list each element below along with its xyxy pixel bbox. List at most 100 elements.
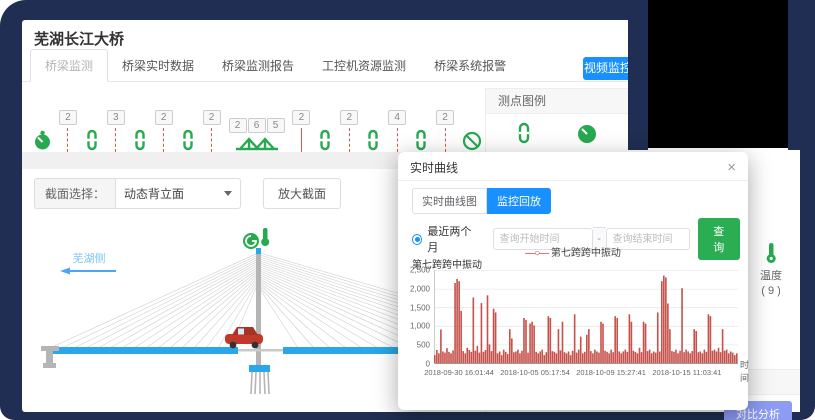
y-tick-label: 1,000 (410, 322, 430, 331)
chevron-down-icon (224, 191, 232, 196)
sensor-item-badge[interactable]: 2 (436, 110, 454, 152)
sensor-item-badge[interactable]: 2 (59, 110, 77, 152)
section-dropdown-value: 动态背立面 (124, 185, 184, 202)
legend-item-temperature[interactable]: 温度 ( 9 ) (760, 242, 782, 299)
sensor-count-badge: 2 (436, 110, 454, 125)
sensor-tick (301, 128, 302, 152)
section-dropdown[interactable]: 动态背立面 (115, 178, 241, 209)
sensor-item-link[interactable] (133, 128, 147, 152)
realtime-curve-modal: 实时曲线 × 实时曲线图监控回放 最近两个月 - 查询 —○— 第七跨跨中振动 … (398, 152, 748, 410)
sensor-item-bridge[interactable]: 265 (229, 118, 285, 152)
gauge-icon (34, 128, 51, 152)
x-tick-label: 2018-09-30 16:01:44 (424, 368, 494, 377)
sensor-count-badge: 2 (292, 110, 310, 125)
sensor-item-link[interactable] (181, 128, 195, 152)
chart-plot (434, 270, 738, 364)
thermometer-icon (764, 242, 778, 264)
sensor-item-link[interactable] (414, 128, 428, 152)
modal-title: 实时曲线 (410, 159, 458, 176)
sensor-item-badge[interactable]: 3 (107, 110, 125, 152)
legend-series-label: 第七跨跨中振动 (551, 248, 621, 259)
bridge-pier (251, 372, 269, 394)
chart-y-labels: 2,5002,0001,5001,0005000 (400, 270, 432, 364)
sensor-item-link[interactable] (318, 128, 332, 152)
black-screen-region (648, 0, 788, 148)
link-icon (414, 128, 428, 152)
modal-tab-2[interactable]: 监控回放 (487, 188, 551, 214)
page-title: 芜湖长江大桥 (34, 28, 124, 49)
section-select-label: 截面选择： (34, 178, 115, 209)
tab-5[interactable]: 桥梁系统报警 (420, 50, 520, 81)
navy-strip (628, 0, 648, 150)
modal-tab-1[interactable]: 实时曲线图 (412, 188, 487, 214)
sensor-strip: 23222652242 (34, 90, 482, 152)
sensor-item-gauge[interactable] (34, 128, 51, 152)
video-monitor-button[interactable]: 视频监控 (583, 57, 633, 80)
link-icon (133, 128, 147, 152)
modal-header: 实时曲线 × (398, 152, 748, 181)
sensor-item-badge[interactable]: 2 (203, 110, 221, 152)
sensor-item-badge[interactable]: 4 (388, 110, 406, 152)
sensor-item-badge[interactable]: 2 (340, 110, 358, 152)
thermometer-icon (261, 228, 269, 246)
sensor-tick (445, 128, 446, 152)
sensor-item-block[interactable] (462, 128, 482, 152)
sensor-count-badge: 2 (155, 110, 173, 125)
sensor-count-badge: 6 (248, 118, 266, 133)
sensor-count-badge: 2 (203, 110, 221, 125)
sensor-item-badge[interactable]: 2 (155, 110, 173, 152)
sensor-tick (67, 128, 68, 152)
y-tick-label: 2,500 (410, 266, 430, 275)
link-icon (516, 122, 532, 144)
tab-3[interactable]: 桥梁监测报告 (208, 50, 308, 81)
tab-1[interactable]: 桥梁监测 (30, 49, 108, 82)
sensor-item-badge[interactable]: 2 (292, 110, 310, 152)
navy-strip-right (788, 0, 815, 150)
link-icon (318, 128, 332, 152)
sensor-count-badge: 4 (388, 110, 406, 125)
chart-x-axis-name: 时间 (740, 358, 749, 384)
enlarge-section-button[interactable]: 放大截面 (263, 178, 341, 209)
legend-item-label: 温度 (760, 269, 782, 284)
radio-selected-icon[interactable] (412, 234, 422, 245)
y-tick-label: 500 (417, 341, 430, 350)
chart-bars (434, 270, 738, 364)
bridge-side-label: 芜湖侧 (60, 250, 118, 278)
left-arrow-icon (60, 267, 118, 275)
x-tick-label: 2018-10-09 15:27:41 (576, 368, 646, 377)
legend-marker-icon: —○— (525, 248, 548, 259)
bridge-deck-left (48, 347, 238, 354)
bridge-abutment (41, 346, 59, 368)
sensor-tick (349, 128, 350, 152)
y-tick-label: 1,500 (410, 303, 430, 312)
link-icon (366, 128, 380, 152)
x-tick-label: 2018-10-05 05:17:54 (500, 368, 570, 377)
bridge-sensor-icon (235, 134, 279, 152)
sensor-item-link[interactable] (85, 128, 99, 152)
tab-4[interactable]: 工控机资源监测 (308, 50, 420, 81)
tab-2[interactable]: 桥梁实时数据 (108, 50, 208, 81)
screen: 芜湖长江大桥 桥梁监测桥梁实时数据桥梁监测报告工控机资源监测桥梁系统报警 视频监… (0, 0, 815, 420)
sensor-count-badge: 2 (59, 110, 77, 125)
sensor-tick (397, 128, 398, 152)
link-icon (85, 128, 99, 152)
section-select-bar: 截面选择： 动态背立面 放大截面 (34, 178, 341, 209)
chart-x-labels: 2018-09-30 16:01:442018-10-05 05:17:5420… (434, 368, 738, 380)
sensor-count-badge: 2 (229, 118, 247, 133)
block-icon (462, 128, 482, 152)
link-icon (181, 128, 195, 152)
gps-icon (243, 233, 259, 249)
modal-tabs: 实时曲线图监控回放 (412, 188, 551, 214)
sensor-item-link[interactable] (366, 128, 380, 152)
x-tick-label: 2018-10-15 11:03:41 (652, 368, 721, 377)
sensor-count-badge: 2 (340, 110, 358, 125)
gauge-icon (576, 122, 598, 144)
sensor-tick (211, 128, 212, 152)
legend-item-count: ( 9 ) (760, 284, 782, 299)
sensor-tick (115, 128, 116, 152)
sensor-count-badge: 5 (267, 118, 285, 133)
bridge-side-label-text: 芜湖侧 (60, 250, 118, 266)
y-tick-label: 2,000 (410, 284, 430, 293)
close-icon[interactable]: × (727, 160, 736, 175)
sensor-tick (163, 128, 164, 152)
